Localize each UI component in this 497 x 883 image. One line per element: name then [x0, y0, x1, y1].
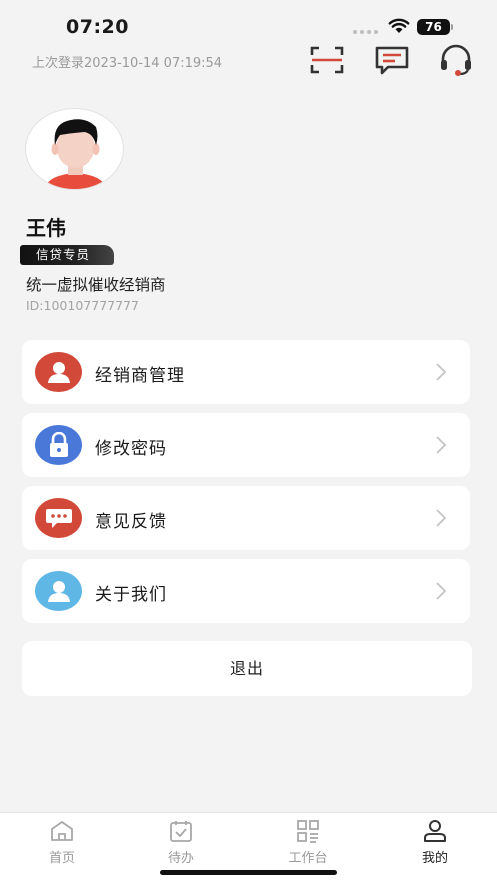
dealer-user-icon	[35, 352, 82, 392]
menu-item-dealer-management[interactable]: 经销商管理	[22, 340, 470, 404]
menu-label: 意见反馈	[95, 512, 167, 532]
tab-label: 首页	[48, 851, 75, 866]
menu-item-feedback[interactable]: 意见反馈	[22, 486, 470, 550]
feedback-chat-icon	[35, 498, 82, 538]
scan-button[interactable]	[309, 44, 345, 76]
menu-label: 经销商管理	[95, 366, 185, 386]
wifi-icon	[388, 18, 410, 33]
chevron-right-icon	[436, 363, 447, 381]
home-icon	[51, 821, 73, 841]
profile-icon	[424, 820, 446, 842]
avatar-illustration	[44, 119, 107, 189]
chevron-right-icon	[436, 509, 447, 527]
menu-label: 修改密码	[95, 439, 167, 459]
company-name: 统一虚拟催收经销商	[26, 276, 166, 294]
home-indicator	[160, 870, 337, 875]
logout-button[interactable]: 退出	[22, 641, 472, 696]
message-button[interactable]	[374, 44, 410, 76]
user-name: 王伟	[26, 216, 66, 240]
status-bar: 07:20 76	[0, 0, 497, 46]
user-id: ID:100107777777	[26, 298, 139, 313]
menu-item-about-us[interactable]: 关于我们	[22, 559, 470, 623]
tab-label: 待办	[167, 851, 194, 866]
role-badge: 信贷专员	[20, 245, 114, 265]
avatar[interactable]	[25, 108, 124, 190]
tab-label: 工作台	[288, 851, 328, 866]
tab-workbench[interactable]: 工作台	[246, 813, 370, 873]
message-icon	[375, 46, 409, 75]
lock-icon	[35, 425, 82, 465]
chevron-right-icon	[436, 582, 447, 600]
last-login-time: 上次登录2023-10-14 07:19:54	[32, 56, 223, 71]
tab-label: 我的	[421, 851, 448, 866]
menu-item-change-password[interactable]: 修改密码	[22, 413, 470, 477]
workbench-grid-icon	[297, 820, 319, 843]
todo-calendar-icon	[170, 821, 192, 842]
tab-todo[interactable]: 待办	[119, 813, 243, 873]
headset-icon	[441, 44, 471, 76]
chevron-right-icon	[436, 436, 447, 454]
scan-icon	[310, 46, 344, 74]
about-user-icon	[35, 571, 82, 611]
status-time: 07:20	[66, 16, 129, 38]
menu-label: 关于我们	[95, 585, 167, 605]
tab-mine[interactable]: 我的	[373, 813, 497, 873]
customer-service-button[interactable]	[438, 44, 474, 76]
battery-level: 76	[417, 19, 450, 35]
tab-home[interactable]: 首页	[0, 813, 124, 873]
signal-icon	[353, 30, 378, 34]
battery-tip	[451, 24, 453, 30]
